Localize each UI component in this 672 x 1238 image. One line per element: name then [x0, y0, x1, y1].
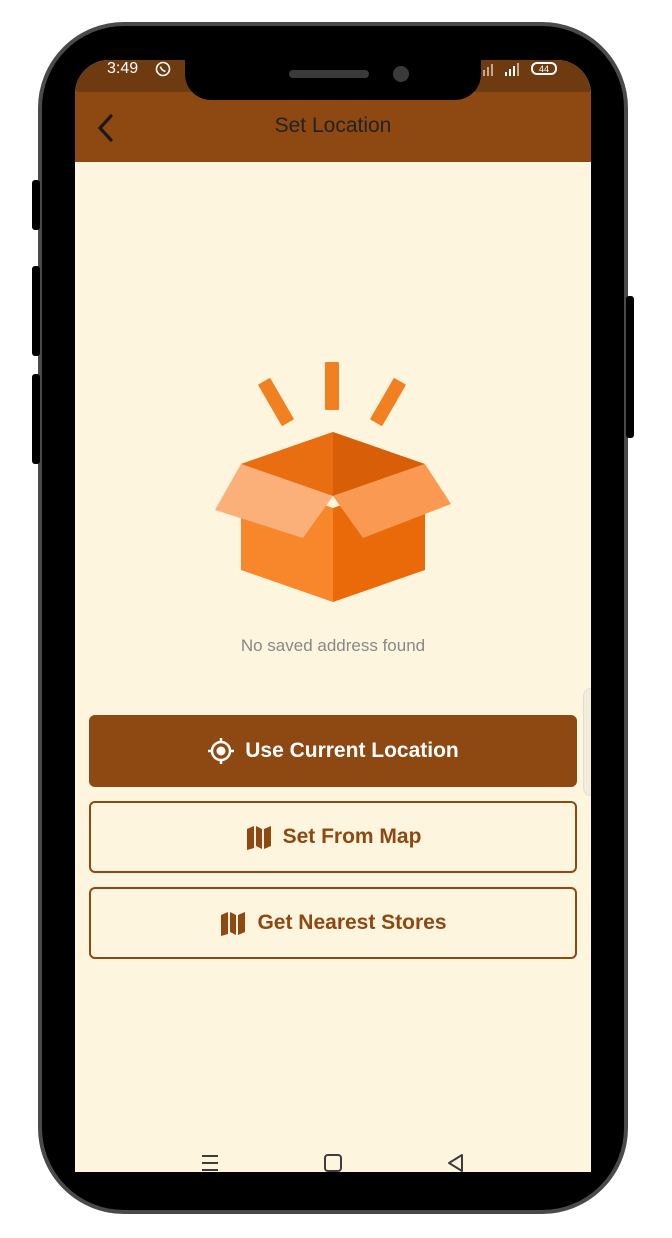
app-bar: Set Location [75, 92, 591, 162]
phone-notch [185, 44, 481, 100]
set-from-map-button[interactable]: Set From Map [89, 801, 577, 873]
speaker-grille [289, 70, 369, 78]
use-current-location-label: Use Current Location [245, 739, 459, 762]
menu-icon[interactable] [199, 1152, 221, 1174]
phone-side-button [626, 296, 634, 438]
edge-panel-handle[interactable] [583, 688, 591, 796]
app-screen: 3:49 44 Set Location No saved address fo… [75, 60, 591, 1172]
page-title: Set Location [274, 114, 392, 137]
phone-side-button [32, 180, 40, 230]
status-time: 3:49 [107, 60, 139, 77]
crosshair-target-icon [208, 738, 235, 764]
signal-icon [483, 63, 519, 76]
map-icon [246, 826, 271, 850]
back-triangle-icon[interactable] [445, 1152, 467, 1174]
whatsapp-icon [155, 61, 171, 77]
home-square-icon[interactable] [322, 1152, 344, 1174]
battery-icon: 44 [531, 62, 557, 75]
phone-side-button [32, 374, 40, 464]
phone-side-button [32, 266, 40, 356]
set-from-map-label: Set From Map [282, 825, 422, 848]
open-box-icon [215, 362, 451, 602]
get-nearest-stores-button[interactable]: Get Nearest Stores [89, 887, 577, 959]
get-nearest-stores-label: Get Nearest Stores [257, 911, 447, 934]
system-nav-bar [75, 1132, 591, 1192]
front-camera [393, 66, 409, 82]
map-icon [221, 912, 246, 936]
empty-state-message: No saved address found [240, 636, 426, 655]
use-current-location-button[interactable]: Use Current Location [89, 715, 577, 787]
